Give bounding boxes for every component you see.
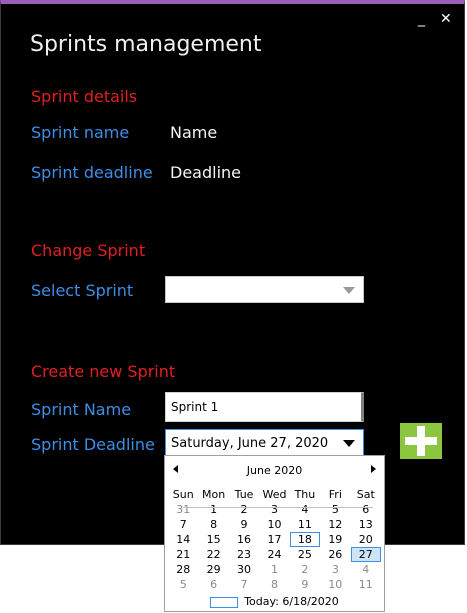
new-sprint-name-label: Sprint Name xyxy=(31,400,132,419)
chevron-down-icon xyxy=(343,287,355,294)
calendar-day[interactable]: 9 xyxy=(290,577,320,592)
calendar-day[interactable]: 3 xyxy=(320,562,350,577)
calendar-day[interactable]: 14 xyxy=(168,532,198,547)
weekday-header: Sun xyxy=(172,488,194,501)
calendar-day[interactable]: 31 xyxy=(168,502,198,517)
calendar-day[interactable]: 13 xyxy=(351,517,381,532)
calendar-day[interactable]: 26 xyxy=(320,547,350,562)
calendar-day[interactable]: 25 xyxy=(290,547,320,562)
calendar-day[interactable]: 19 xyxy=(320,532,350,547)
calendar-week-row: 31 1 2 3 4 5 6 xyxy=(168,502,381,517)
calendar-day[interactable]: 18 xyxy=(289,532,321,547)
sprint-details-heading: Sprint details xyxy=(31,87,138,106)
calendar-day[interactable]: 9 xyxy=(229,517,259,532)
calendar-day[interactable]: 29 xyxy=(198,562,228,577)
select-sprint-dropdown[interactable] xyxy=(165,276,364,303)
today-marker-icon xyxy=(210,596,239,608)
weekday-header: Thu xyxy=(294,488,316,501)
sprint-name-value: Name xyxy=(170,123,218,142)
new-sprint-name-input[interactable] xyxy=(165,392,364,422)
calendar-day[interactable]: 7 xyxy=(168,517,198,532)
change-sprint-heading: Change Sprint xyxy=(31,241,146,260)
calendar-grid: Sun Mon Tue Wed Thu Fri Sat 31 1 2 3 4 5 6 7 8 9 10 11 12 1… xyxy=(168,487,381,592)
today-label: Today: 6/18/2020 xyxy=(244,595,339,608)
calendar-day[interactable]: 10 xyxy=(259,517,289,532)
calendar-day[interactable]: 23 xyxy=(229,547,259,562)
calendar-day[interactable]: 10 xyxy=(320,577,350,592)
calendar-day[interactable]: 4 xyxy=(290,502,320,517)
calendar-day[interactable]: 11 xyxy=(290,517,320,532)
sprint-name-label: Sprint name xyxy=(31,123,130,142)
minimize-icon[interactable]: _ xyxy=(418,12,425,26)
chevron-down-icon[interactable] xyxy=(343,440,355,447)
calendar-day[interactable]: 4 xyxy=(351,562,381,577)
calendar-day[interactable]: 1 xyxy=(198,502,228,517)
weekday-header: Fri xyxy=(328,488,342,501)
calendar-day[interactable]: 16 xyxy=(229,532,259,547)
calendar-divider xyxy=(183,507,373,508)
calendar-day[interactable]: 7 xyxy=(229,577,259,592)
calendar-day[interactable]: 2 xyxy=(290,562,320,577)
calendar-day[interactable]: 22 xyxy=(198,547,228,562)
calendar-week-row: 7 8 9 10 11 12 13 xyxy=(168,517,381,532)
calendar-day[interactable]: 1 xyxy=(259,562,289,577)
next-month-icon[interactable] xyxy=(371,465,376,473)
create-sprint-heading: Create new Sprint xyxy=(31,362,176,381)
calendar-day[interactable]: 30 xyxy=(229,562,259,577)
calendar-week-row: 14 15 16 17 18 19 20 xyxy=(168,532,381,547)
sprint-deadline-value: Deadline xyxy=(170,163,241,182)
calendar-week-row: 28 29 30 1 2 3 4 xyxy=(168,562,381,577)
calendar-day[interactable]: 20 xyxy=(351,532,381,547)
calendar-day[interactable]: 8 xyxy=(259,577,289,592)
calendar-week-row: 21 22 23 24 25 26 27 xyxy=(168,547,381,562)
weekday-header: Wed xyxy=(262,488,287,501)
calendar-day[interactable]: 24 xyxy=(259,547,289,562)
calendar-day[interactable]: 6 xyxy=(198,577,228,592)
date-picker-calendar: June 2020 Sun Mon Tue Wed Thu Fri Sat 31 1 2 3 4 5 6… xyxy=(164,455,385,612)
weekday-header: Mon xyxy=(202,488,226,501)
close-icon[interactable]: ✕ xyxy=(440,12,452,26)
calendar-day[interactable]: 8 xyxy=(198,517,228,532)
calendar-day[interactable]: 17 xyxy=(259,532,289,547)
weekday-header: Sat xyxy=(356,488,375,501)
calendar-week-row: 5 6 7 8 9 10 11 xyxy=(168,577,381,592)
add-sprint-button[interactable] xyxy=(400,423,442,459)
calendar-day[interactable]: 6 xyxy=(351,502,381,517)
sprint-deadline-label: Sprint deadline xyxy=(31,163,153,182)
calendar-day[interactable]: 28 xyxy=(168,562,198,577)
new-sprint-deadline-label: Sprint Deadline xyxy=(31,435,155,454)
calendar-day[interactable]: 12 xyxy=(320,517,350,532)
calendar-day[interactable]: 21 xyxy=(168,547,198,562)
date-picker-value: Saturday, June 27, 2020 xyxy=(171,436,329,451)
weekday-header: Tue xyxy=(234,488,254,501)
calendar-day[interactable]: 11 xyxy=(351,577,381,592)
calendar-day[interactable]: 27 xyxy=(350,547,381,562)
calendar-day[interactable]: 15 xyxy=(198,532,228,547)
new-sprint-deadline-picker[interactable]: Saturday, June 27, 2020 xyxy=(165,429,364,458)
today-link[interactable]: Today: 6/18/2020 xyxy=(165,595,384,608)
select-sprint-label: Select Sprint xyxy=(31,281,134,300)
calendar-day[interactable]: 3 xyxy=(259,502,289,517)
calendar-day[interactable]: 5 xyxy=(320,502,350,517)
page-title: Sprints management xyxy=(30,32,262,57)
calendar-month-label[interactable]: June 2020 xyxy=(165,464,384,477)
calendar-day[interactable]: 5 xyxy=(168,577,198,592)
calendar-day[interactable]: 2 xyxy=(229,502,259,517)
